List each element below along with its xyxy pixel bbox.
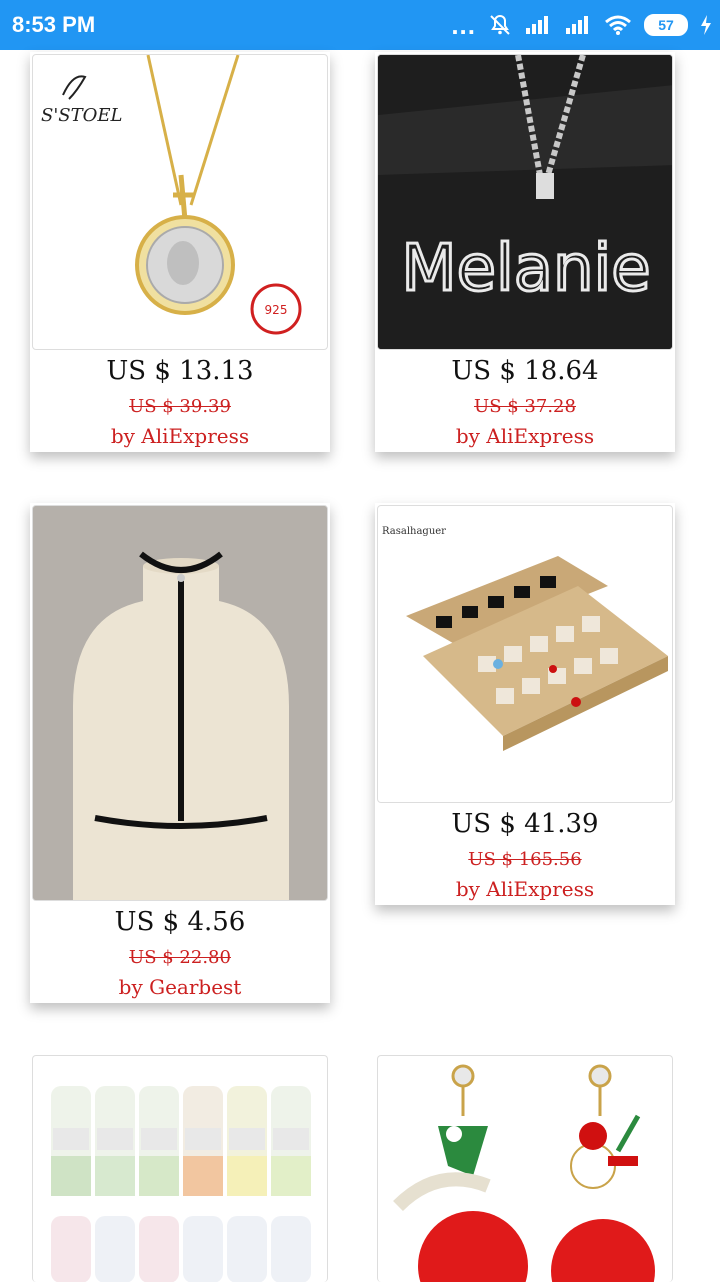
more-dots-icon: ... xyxy=(451,10,476,40)
product-seller: by Gearbest xyxy=(118,975,242,999)
status-time: 8:53 PM xyxy=(12,12,96,37)
product-image[interactable]: Melanie xyxy=(377,54,673,350)
product-card[interactable]: US $ 4.56 US $ 22.80 by Gearbest xyxy=(30,503,330,1003)
mute-icon xyxy=(488,13,512,37)
product-image[interactable]: 925 S'STOEL xyxy=(32,54,328,350)
product-original-price: US $ 22.80 xyxy=(129,947,231,968)
signal-icon-2 xyxy=(564,14,592,36)
image-name-text: Melanie xyxy=(401,232,650,306)
product-image[interactable] xyxy=(32,1055,328,1282)
product-image[interactable] xyxy=(32,505,328,901)
product-card[interactable]: Melanie US $ 18.64 US $ 37.28 by AliExpr… xyxy=(375,52,675,452)
product-card[interactable] xyxy=(375,1053,675,1282)
product-card[interactable]: Rasalhaguer US $ 41.39 US $ 165.56 by Al… xyxy=(375,503,675,905)
product-card[interactable]: 925 S'STOEL US $ 13.13 US $ 39.39 by Ali… xyxy=(30,52,330,452)
product-seller: by AliExpress xyxy=(110,424,250,448)
product-price: US $ 13.13 xyxy=(106,356,254,386)
product-image[interactable]: Rasalhaguer xyxy=(377,505,673,803)
charging-icon xyxy=(700,14,712,36)
product-seller: by AliExpress xyxy=(455,424,595,448)
product-image[interactable] xyxy=(377,1055,673,1282)
product-price: US $ 4.56 xyxy=(114,907,246,937)
product-seller: by AliExpress xyxy=(455,877,595,901)
product-price: US $ 41.39 xyxy=(451,809,599,839)
brand-logo-text: S'STOEL xyxy=(41,105,122,126)
product-original-price: US $ 37.28 xyxy=(474,396,576,417)
signal-icon-1 xyxy=(524,14,552,36)
product-original-price: US $ 39.39 xyxy=(129,396,231,417)
wifi-icon xyxy=(604,14,632,36)
svg-text:925: 925 xyxy=(265,303,288,317)
battery-icon: 57 xyxy=(644,14,688,36)
product-price: US $ 18.64 xyxy=(451,356,599,386)
status-bar: 8:53 PM ... 57 xyxy=(0,0,720,50)
brand-logo-text: Rasalhaguer xyxy=(382,526,446,537)
status-icons: ... 57 xyxy=(451,10,712,40)
product-card[interactable] xyxy=(30,1053,330,1282)
product-original-price: US $ 165.56 xyxy=(468,849,582,870)
